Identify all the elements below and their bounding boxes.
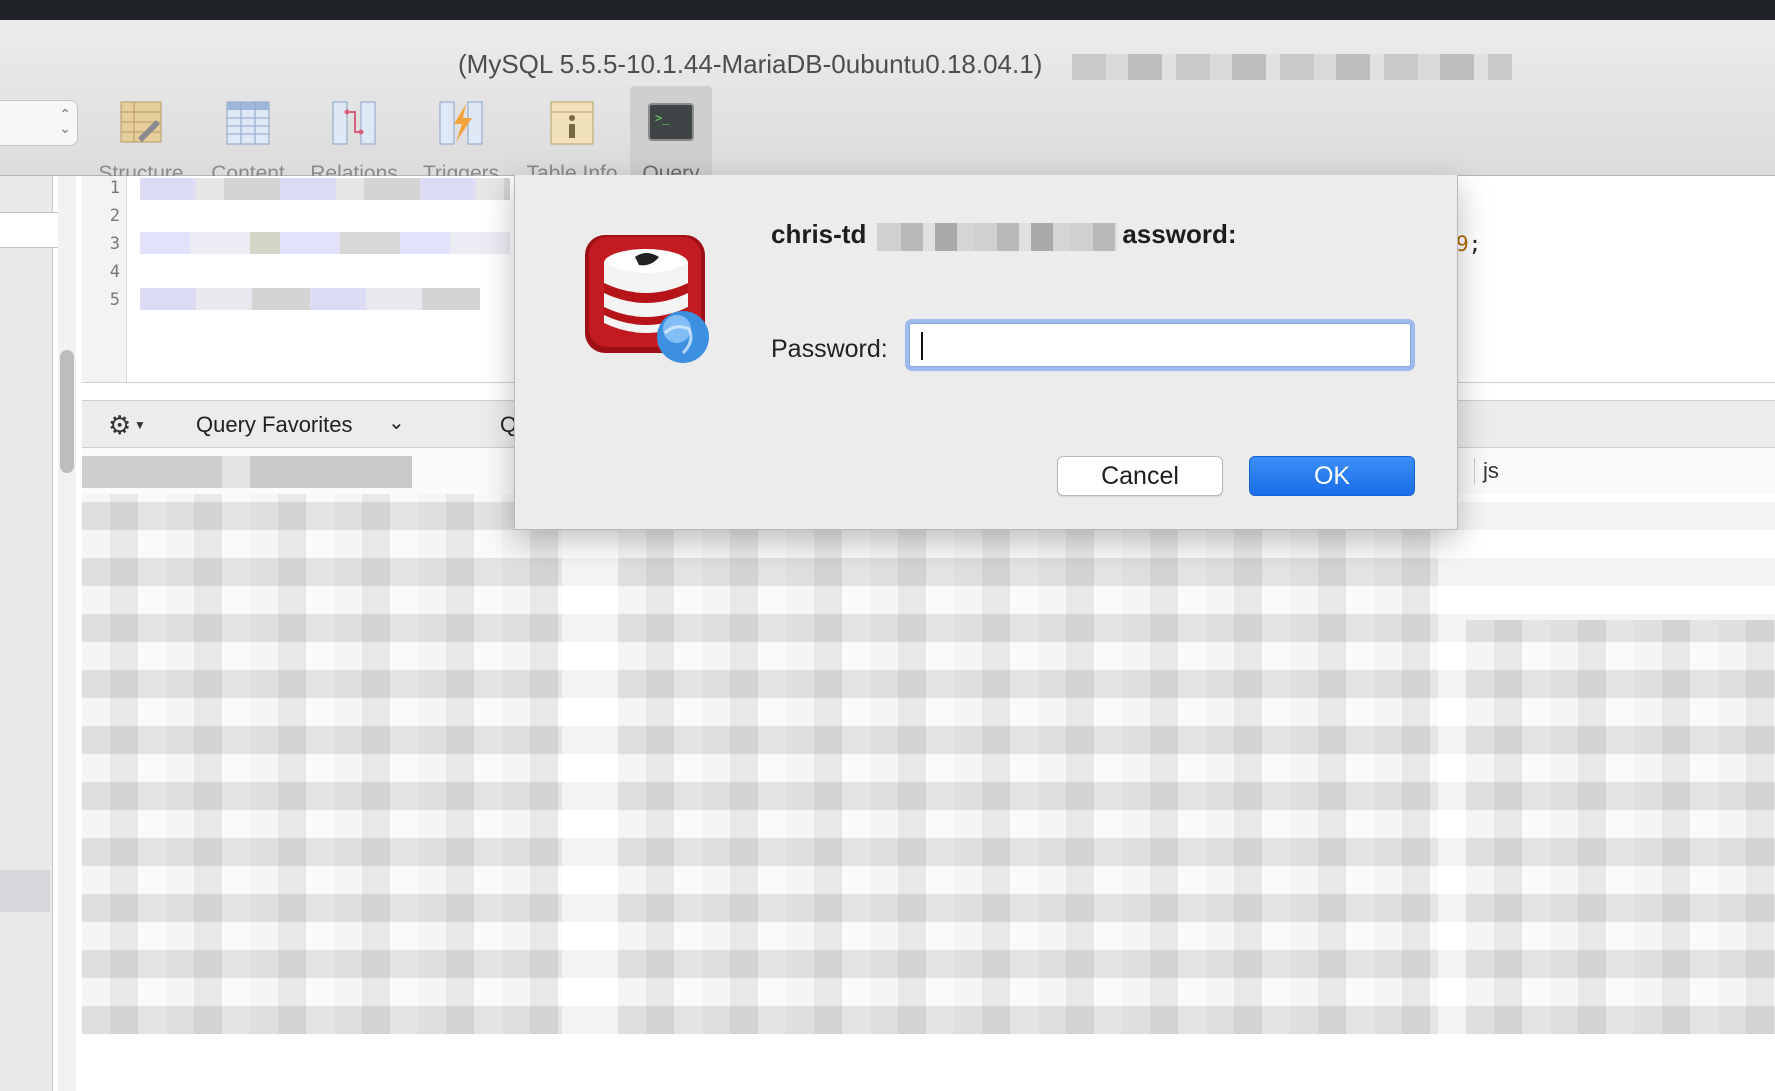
redacted-results-left [82, 494, 562, 1034]
sidebar-scrollbar[interactable] [60, 350, 74, 473]
redacted-column-headers [82, 456, 412, 488]
password-input[interactable] [909, 323, 1411, 367]
sidebar-scrollbar-track [58, 176, 76, 1091]
selected-table-row[interactable] [0, 870, 50, 912]
relations-icon [332, 101, 376, 145]
heading-prefix: chris-td [771, 219, 867, 249]
structure-icon [120, 101, 162, 143]
line-number: 5 [109, 290, 120, 310]
redacted-title-text [1072, 54, 1512, 80]
gear-icon[interactable]: ⚙ [108, 410, 131, 441]
line-number: 2 [109, 206, 120, 226]
cancel-button[interactable]: Cancel [1057, 456, 1223, 496]
line-number: 3 [109, 234, 120, 254]
results-column-header[interactable]: js [1474, 458, 1499, 484]
window-title: (MySQL 5.5.5-10.1.44-MariaDB-0ubuntu0.18… [458, 49, 1043, 79]
triggers-icon [439, 101, 483, 145]
chevron-down-icon[interactable]: ⌄ [388, 410, 405, 435]
line-number: 4 [109, 262, 120, 282]
query-icon: >_ [648, 103, 694, 141]
heading-suffix: assword: [1122, 219, 1237, 249]
redacted-results-right [1466, 620, 1775, 1034]
menu-bar [0, 0, 1775, 20]
redacted-hostname [877, 223, 1117, 251]
ok-button[interactable]: OK [1249, 456, 1415, 496]
redacted-results-middle [618, 530, 1438, 1034]
query-favorites-menu[interactable]: Query Favorites [196, 412, 353, 438]
updown-arrows-icon: ⌃ ⌄ [59, 106, 71, 136]
table-list-sidebar [0, 176, 70, 1091]
sequel-pro-database-globe-icon [585, 235, 709, 363]
table-info-icon [550, 101, 594, 145]
text-cursor [921, 332, 923, 360]
redacted-code-line [140, 178, 510, 200]
svg-text:>_: >_ [655, 111, 670, 125]
redacted-code-line [140, 288, 480, 310]
code-fragment: 9; [1456, 232, 1481, 256]
line-number: 1 [109, 178, 120, 198]
redacted-code-line [140, 232, 510, 254]
code-semicolon: ; [1468, 232, 1482, 256]
database-selector[interactable]: ⌃ ⌄ [0, 100, 78, 146]
password-dialog: chris-td assword: Password: Cancel OK [514, 175, 1458, 530]
window-toolbar: (MySQL 5.5.5-10.1.44-MariaDB-0ubuntu0.18… [0, 20, 1775, 194]
caret-down-icon: ▼ [134, 418, 146, 432]
password-label: Password: [771, 335, 888, 363]
content-icon [226, 101, 270, 145]
